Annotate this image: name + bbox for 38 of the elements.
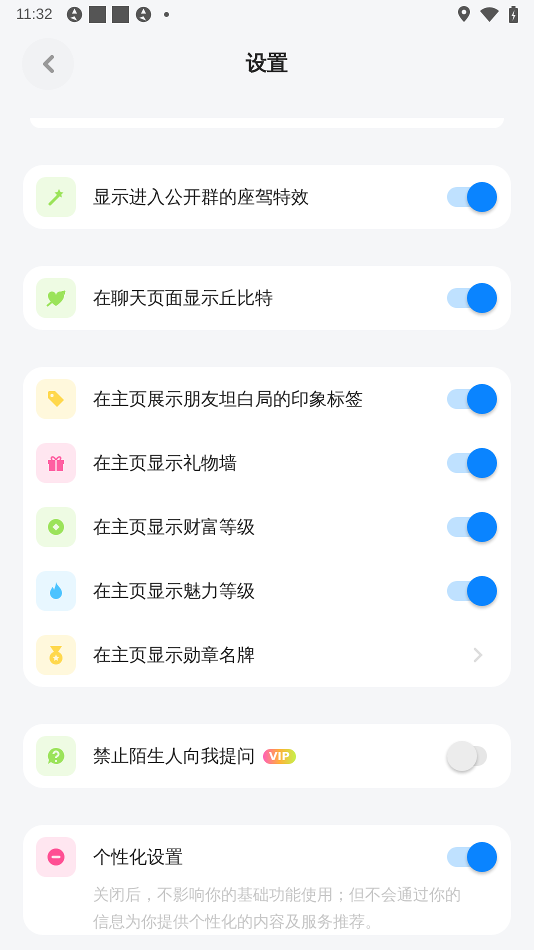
setting-label: 在主页显示魅力等级 [93, 580, 255, 603]
tag-icon [36, 379, 76, 419]
battery-icon [509, 6, 518, 22]
setting-label: 在主页显示礼物墙 [93, 452, 237, 475]
toggle-switch[interactable] [447, 182, 497, 212]
square-icon [112, 6, 130, 22]
toggle-switch[interactable] [447, 576, 497, 606]
setting-label: 个性化设置 [93, 846, 183, 869]
setting-label: 在主页显示勋章名牌 [93, 644, 255, 667]
square-icon [89, 6, 106, 22]
toggle-switch[interactable] [447, 842, 497, 872]
question-icon [36, 736, 76, 776]
toggle-switch[interactable] [447, 512, 497, 542]
aperture-icon [66, 6, 84, 22]
page-title: 设置 [246, 50, 288, 77]
setting-label: 显示进入公开群的座驾特效 [93, 186, 309, 209]
toggle-switch[interactable] [447, 384, 497, 414]
chevron-left-icon [41, 54, 55, 74]
location-icon [458, 6, 470, 22]
coin-icon [36, 507, 76, 547]
setting-label: 在主页展示朋友坦白局的印象标签 [93, 388, 363, 411]
wand-icon [36, 177, 76, 217]
setting-label: 在聊天页面显示丘比特 [93, 287, 273, 310]
setting-description: 关闭后，不影响你的基础功能使用；但不会通过你的信息为你提供个性化的内容及服务推荐。 [93, 884, 462, 933]
setting-label: 在主页显示财富等级 [93, 516, 255, 539]
toggle-switch[interactable] [447, 448, 497, 478]
toggle-switch[interactable] [447, 283, 497, 313]
flame-icon [36, 571, 76, 611]
dot-icon [164, 12, 170, 16]
aperture-icon [135, 6, 152, 22]
gift-icon [36, 443, 76, 483]
chevron-right-icon [473, 647, 483, 663]
setting-label: 禁止陌生人向我提问 [93, 745, 255, 768]
minus-icon [36, 837, 76, 877]
clock-time: 11:32 [16, 6, 52, 22]
vip-badge: VIP [263, 748, 296, 764]
medal-icon [36, 635, 76, 675]
wifi-icon [480, 6, 499, 22]
